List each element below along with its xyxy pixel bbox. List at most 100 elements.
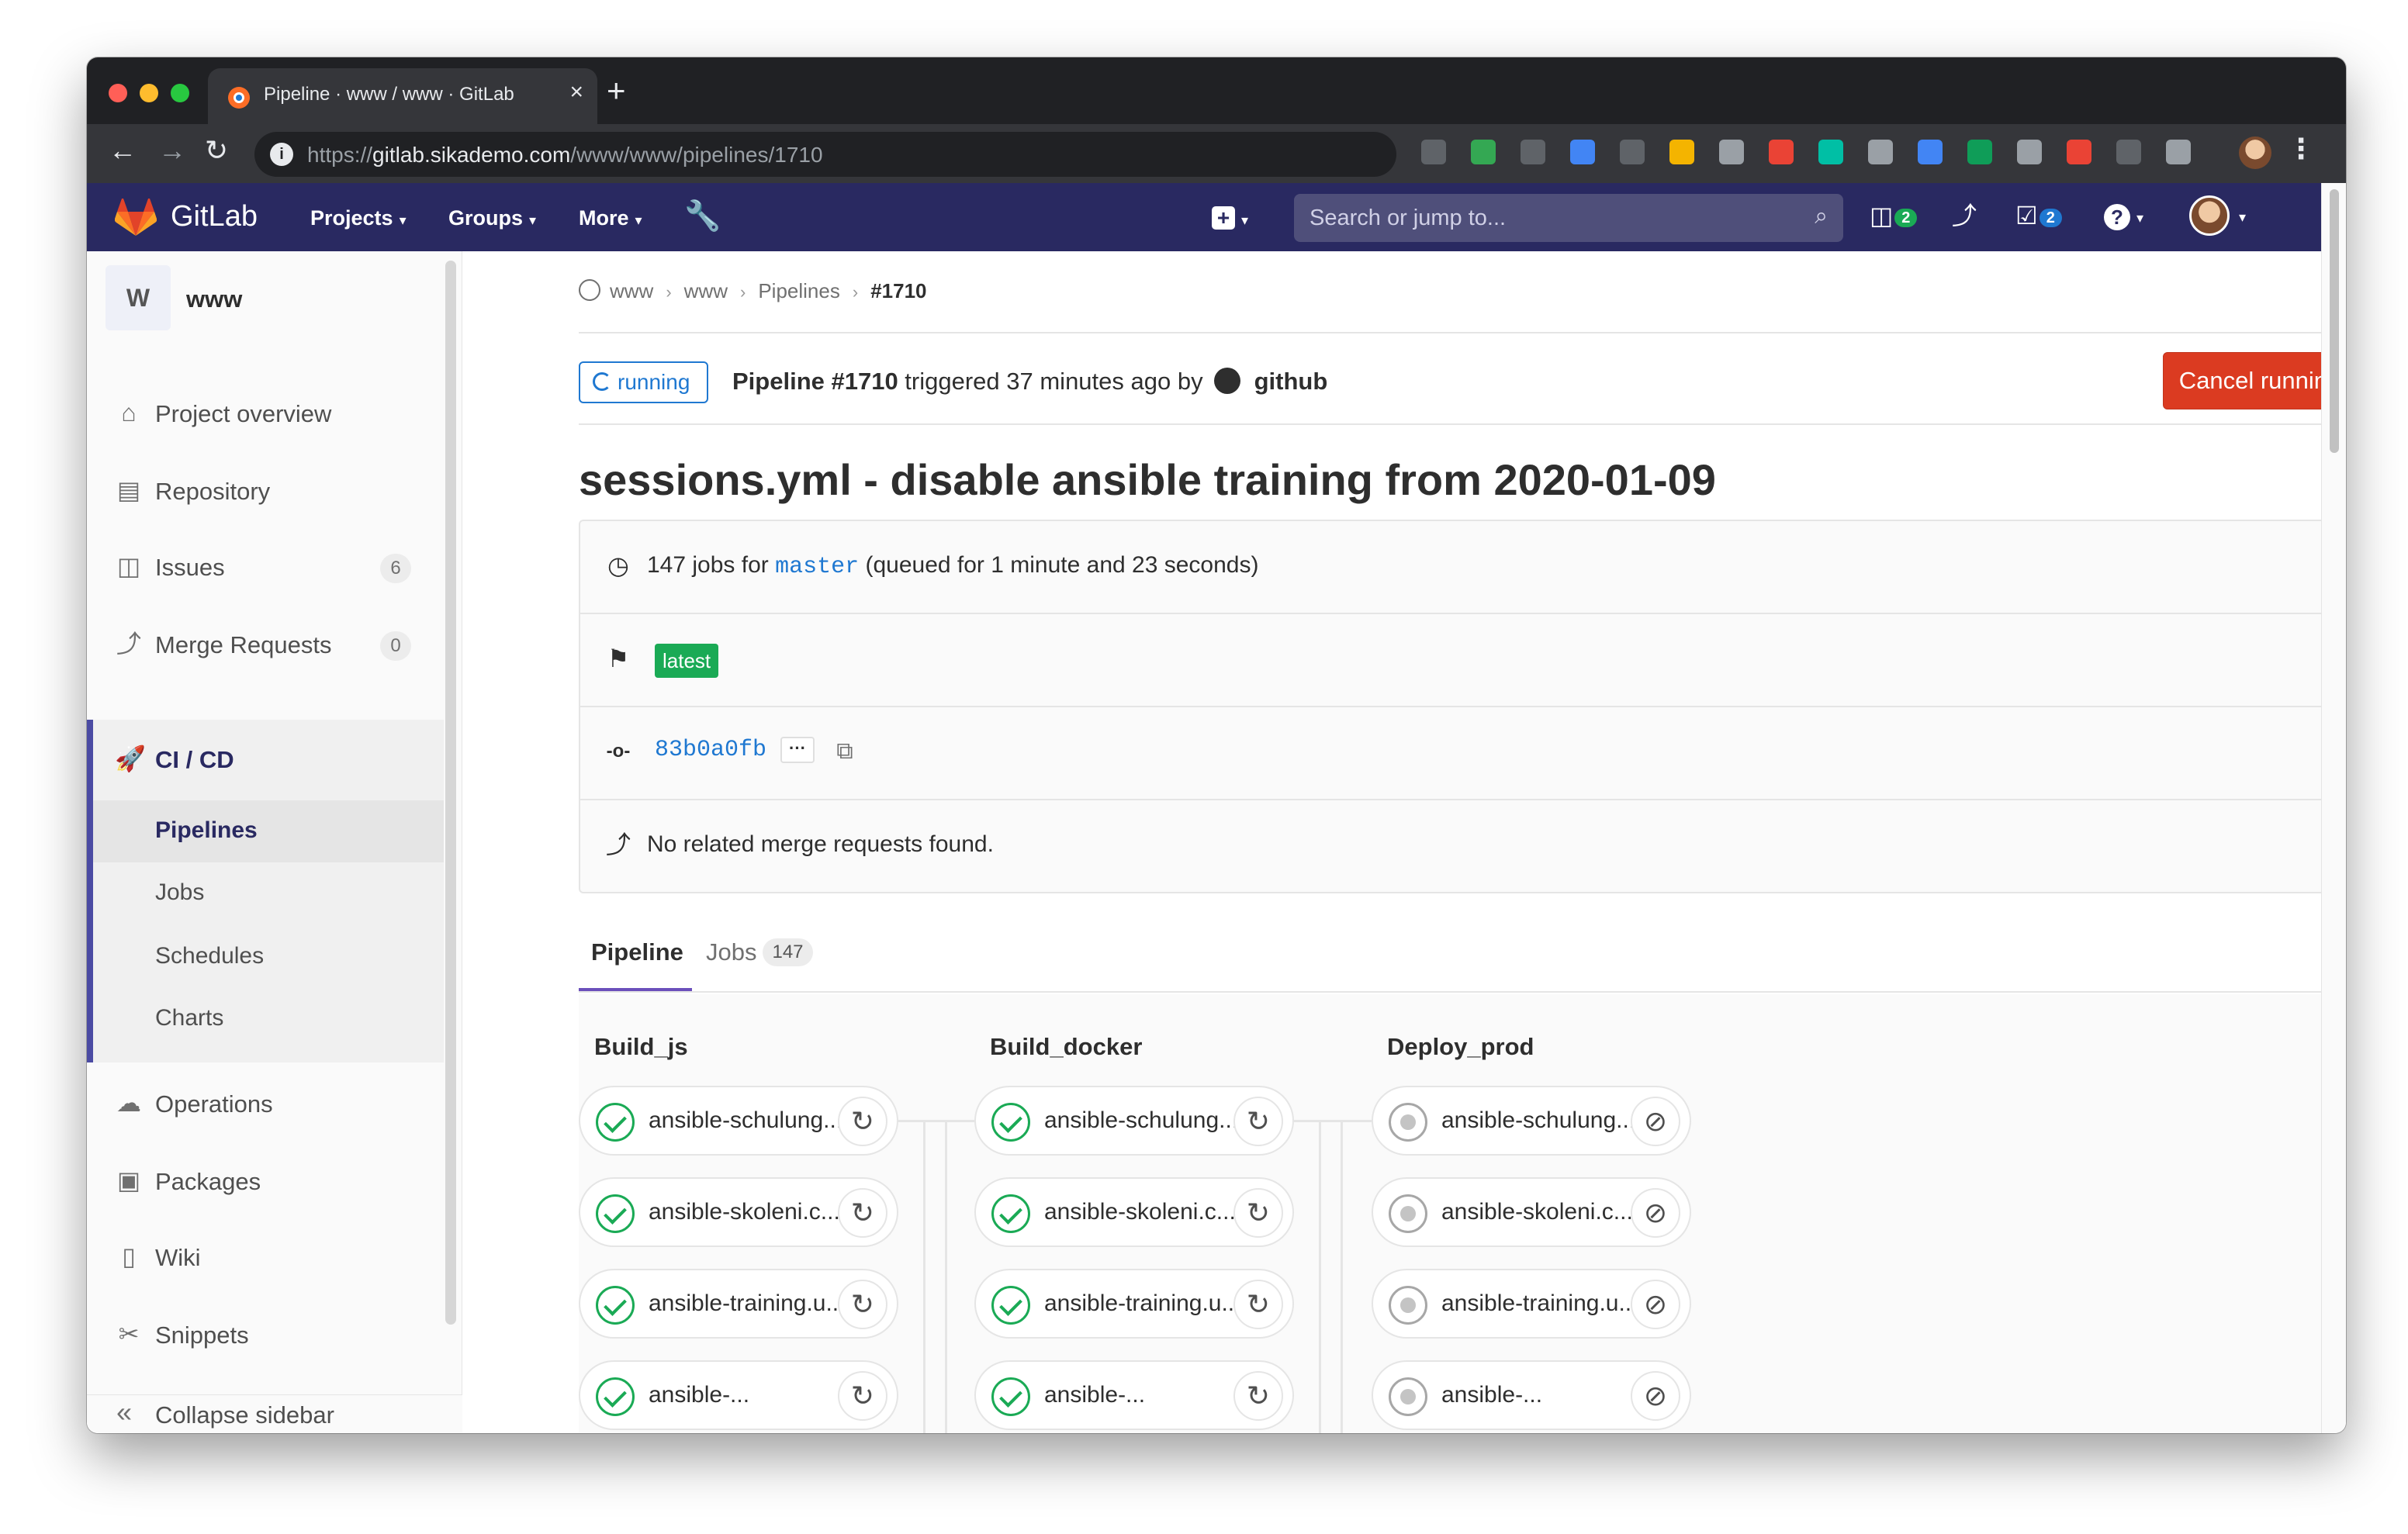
sidebar-item-repository[interactable]: ▤ Repository bbox=[87, 459, 444, 521]
sidebar-subitem-schedules[interactable]: Schedules bbox=[93, 926, 444, 988]
sidebar-item-snippets[interactable]: ✂ Snippets bbox=[87, 1303, 444, 1365]
issues-nav-button[interactable]: ◫ 2 bbox=[1870, 203, 1918, 228]
breadcrumb-link[interactable]: Pipelines bbox=[758, 279, 840, 302]
project-avatar[interactable]: W bbox=[106, 265, 171, 330]
browser-extension-icon[interactable] bbox=[1521, 140, 1545, 164]
sidebar-item-issues[interactable]: ◫ Issues 6 bbox=[87, 535, 444, 597]
job-pill[interactable]: ansible-training.u... ⊘ bbox=[1372, 1269, 1691, 1339]
gitlab-logo-icon[interactable] bbox=[115, 199, 157, 237]
user-avatar[interactable] bbox=[2189, 195, 2230, 236]
browser-extension-icon[interactable] bbox=[2017, 140, 2042, 164]
browser-extension-icon[interactable] bbox=[1769, 140, 1794, 164]
browser-extension-icon[interactable] bbox=[2067, 140, 2091, 164]
reload-icon[interactable]: ↻ bbox=[205, 136, 228, 164]
job-pill[interactable]: ansible-... ⊘ bbox=[1372, 1360, 1691, 1430]
retry-icon[interactable]: ↻ bbox=[838, 1280, 887, 1329]
sidebar-item-ci-cd[interactable]: 🚀 CI / CD bbox=[87, 727, 444, 789]
browser-extension-icon[interactable] bbox=[1918, 140, 1943, 164]
cancel-icon[interactable]: ⊘ bbox=[1631, 1188, 1680, 1238]
job-pill[interactable]: ansible-training.u... ↻ bbox=[974, 1269, 1294, 1339]
cancel-icon[interactable]: ⊘ bbox=[1631, 1371, 1680, 1421]
sidebar-subitem-jobs[interactable]: Jobs bbox=[93, 862, 444, 924]
job-pill[interactable]: ansible-... ↻ bbox=[974, 1360, 1294, 1430]
commit-sha-link[interactable]: 83b0a0fb bbox=[655, 737, 766, 763]
job-pill[interactable]: ansible-schulung... ↻ bbox=[579, 1086, 898, 1156]
sidebar-item-project-overview[interactable]: ⌂ Project overview bbox=[87, 382, 444, 444]
breadcrumb-current[interactable]: #1710 bbox=[870, 279, 926, 302]
address-bar[interactable]: i https://gitlab.sikademo.com/www/www/pi… bbox=[254, 132, 1396, 177]
sidebar-item-packages[interactable]: ▣ Packages bbox=[87, 1149, 444, 1211]
window-close-button[interactable] bbox=[109, 84, 127, 102]
job-pill[interactable]: ansible-schulung... ⊘ bbox=[1372, 1086, 1691, 1156]
back-arrow-icon[interactable]: ← bbox=[109, 136, 137, 164]
browser-tab[interactable]: Pipeline · www / www · GitLab × bbox=[208, 68, 597, 124]
cancel-running-button[interactable]: Cancel running bbox=[2163, 352, 2321, 409]
chevron-down-icon[interactable]: ▾ bbox=[2239, 209, 2246, 226]
job-pill[interactable]: ansible-training.u... ↻ bbox=[579, 1269, 898, 1339]
browser-extension-icon[interactable] bbox=[1570, 140, 1595, 164]
sidebar-subitem-charts[interactable]: Charts bbox=[93, 988, 444, 1050]
retry-icon[interactable]: ↻ bbox=[838, 1097, 887, 1146]
browser-extension-icon[interactable] bbox=[1868, 140, 1893, 164]
project-name[interactable]: www bbox=[186, 285, 242, 313]
browser-extension-icon[interactable] bbox=[1818, 140, 1843, 164]
browser-extension-icon[interactable] bbox=[1967, 140, 1992, 164]
browser-extension-icon[interactable] bbox=[1421, 140, 1446, 164]
breadcrumb-link[interactable]: www bbox=[610, 279, 653, 302]
page-scrollbar-thumb[interactable] bbox=[2330, 189, 2339, 453]
page-scrollbar[interactable] bbox=[2321, 183, 2346, 1433]
browser-profile-avatar[interactable] bbox=[2239, 136, 2271, 169]
search-box[interactable]: ⌕ bbox=[1294, 194, 1843, 242]
search-icon[interactable]: ⌕ bbox=[1815, 205, 1828, 228]
gitlab-wordmark[interactable]: GitLab bbox=[171, 200, 258, 233]
browser-extension-icon[interactable] bbox=[2166, 140, 2191, 164]
window-zoom-button[interactable] bbox=[171, 84, 189, 102]
retry-icon[interactable]: ↻ bbox=[1233, 1371, 1283, 1421]
site-info-icon[interactable]: i bbox=[270, 143, 293, 166]
pipeline-status-badge[interactable]: running bbox=[579, 361, 709, 403]
merge-requests-icon[interactable]: ⤴ bbox=[1952, 203, 1977, 228]
browser-extension-icon[interactable] bbox=[1620, 140, 1645, 164]
sidebar-scrollbar[interactable] bbox=[445, 261, 456, 1325]
retry-icon[interactable]: ↻ bbox=[1233, 1280, 1283, 1329]
forward-arrow-icon[interactable]: → bbox=[158, 136, 186, 164]
browser-extension-icon[interactable] bbox=[1719, 140, 1744, 164]
collapse-sidebar-button[interactable]: « Collapse sidebar bbox=[87, 1394, 462, 1433]
job-pill[interactable]: ansible-schulung... ↻ bbox=[974, 1086, 1294, 1156]
tab-jobs[interactable]: Jobs 147 bbox=[706, 938, 813, 968]
retry-icon[interactable]: ↻ bbox=[1233, 1097, 1283, 1146]
groups-menu[interactable]: Groups ▾ bbox=[448, 206, 536, 230]
browser-extension-icon[interactable] bbox=[1471, 140, 1496, 164]
browser-extension-icon[interactable] bbox=[1669, 140, 1694, 164]
sidebar-subitem-pipelines[interactable]: Pipelines bbox=[93, 800, 444, 862]
expand-commit-message-button[interactable]: ··· bbox=[780, 737, 815, 763]
branch-link[interactable]: master bbox=[775, 554, 859, 580]
help-dropdown[interactable]: ? ▾ bbox=[2104, 203, 2143, 230]
breadcrumb-link[interactable]: www bbox=[684, 279, 728, 302]
sidebar-item-wiki[interactable]: ▯ Wiki bbox=[87, 1225, 444, 1287]
new-tab-plus-icon[interactable]: + bbox=[607, 74, 626, 107]
cancel-icon[interactable]: ⊘ bbox=[1631, 1097, 1680, 1146]
retry-icon[interactable]: ↻ bbox=[1233, 1188, 1283, 1238]
more-menu[interactable]: More ▾ bbox=[579, 206, 642, 230]
new-item-dropdown[interactable]: + ▾ bbox=[1212, 202, 1248, 232]
retry-icon[interactable]: ↻ bbox=[838, 1188, 887, 1238]
pipeline-author[interactable]: github bbox=[1254, 368, 1328, 395]
retry-icon[interactable]: ↻ bbox=[838, 1371, 887, 1421]
tab-pipeline[interactable]: Pipeline bbox=[591, 938, 683, 966]
job-pill[interactable]: ansible-skoleni.c... ⊘ bbox=[1372, 1177, 1691, 1247]
cancel-icon[interactable]: ⊘ bbox=[1631, 1280, 1680, 1329]
copy-icon[interactable]: ⧉ bbox=[832, 738, 858, 765]
sidebar-item-operations[interactable]: ☁ Operations bbox=[87, 1072, 444, 1134]
browser-extension-icon[interactable] bbox=[2116, 140, 2141, 164]
window-minimize-button[interactable] bbox=[140, 84, 158, 102]
sidebar-item-merge-requests[interactable]: ⤴ Merge Requests 0 bbox=[87, 613, 444, 675]
todos-nav-button[interactable]: ☑ 2 bbox=[2015, 203, 2062, 228]
job-pill[interactable]: ansible-... ↻ bbox=[579, 1360, 898, 1430]
job-pill[interactable]: ansible-skoleni.c... ↻ bbox=[974, 1177, 1294, 1247]
github-avatar-icon[interactable] bbox=[1213, 367, 1240, 394]
job-pill[interactable]: ansible-skoleni.c... ↻ bbox=[579, 1177, 898, 1247]
close-icon[interactable]: × bbox=[569, 81, 583, 104]
browser-menu-icon[interactable]: ⋮ bbox=[2287, 135, 2315, 163]
search-input[interactable] bbox=[1310, 203, 1775, 233]
